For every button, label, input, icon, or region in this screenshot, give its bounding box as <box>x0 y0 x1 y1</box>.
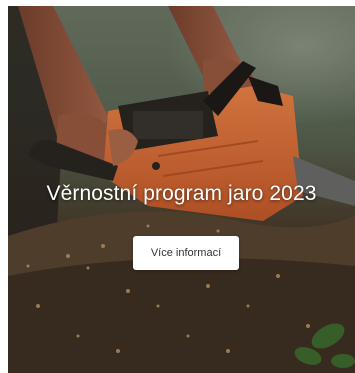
promo-banner: Věrnostní program jaro 2023 Více informa… <box>8 6 355 373</box>
banner-title: Věrnostní program jaro 2023 <box>46 182 317 205</box>
more-info-button[interactable]: Více informací <box>133 236 239 270</box>
